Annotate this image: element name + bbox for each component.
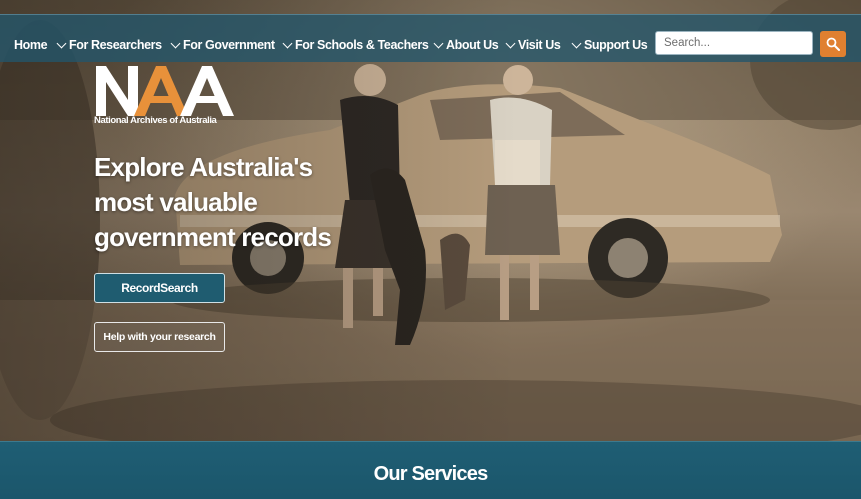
nav-home[interactable]: Home <box>14 38 48 52</box>
chevron-down-icon <box>433 38 444 48</box>
nav-for-schools-teachers[interactable]: For Schools & Teachers <box>282 38 429 52</box>
nav-about-us-label: About Us <box>446 38 499 52</box>
nav-for-schools-teachers-label: For Schools & Teachers <box>295 38 429 52</box>
chevron-down-icon <box>505 38 516 48</box>
nav-for-researchers-label: For Researchers <box>69 38 162 52</box>
search-input[interactable] <box>655 31 813 55</box>
nav-support-us-label: Support Us <box>584 38 648 52</box>
nav-about-us[interactable]: About Us <box>433 38 499 52</box>
main-navigation: Home For Researchers For Government For … <box>0 14 861 62</box>
chevron-down-icon <box>170 38 181 48</box>
nav-home-label: Home <box>14 38 48 52</box>
logo-wordmark: National Archives of Australia <box>94 115 217 126</box>
nav-for-researchers[interactable]: For Researchers <box>56 38 162 52</box>
chevron-down-icon <box>56 38 67 48</box>
chevron-down-icon <box>282 38 293 48</box>
magnifier-icon <box>826 37 840 51</box>
recordsearch-button[interactable]: RecordSearch <box>94 273 225 303</box>
nav-visit-us-label: Visit Us <box>518 38 561 52</box>
headline-line-3: government records <box>94 222 332 252</box>
nav-for-government[interactable]: For Government <box>170 38 275 52</box>
chevron-down-icon <box>571 38 582 48</box>
headline-line-2: most valuable <box>94 187 258 217</box>
help-with-research-button[interactable]: Help with your research <box>94 322 225 352</box>
nav-support-us[interactable]: Support Us <box>571 38 648 52</box>
hero-headline: Explore Australia's most valuable govern… <box>94 150 374 255</box>
headline-line-1: Explore Australia's <box>94 152 313 182</box>
nav-for-government-label: For Government <box>183 38 275 52</box>
our-services-section: Our Services <box>0 441 861 499</box>
naa-logo-mark <box>96 66 234 116</box>
search-button[interactable] <box>820 31 846 57</box>
section-title: Our Services <box>373 463 489 485</box>
nav-visit-us[interactable]: Visit Us <box>505 38 561 52</box>
